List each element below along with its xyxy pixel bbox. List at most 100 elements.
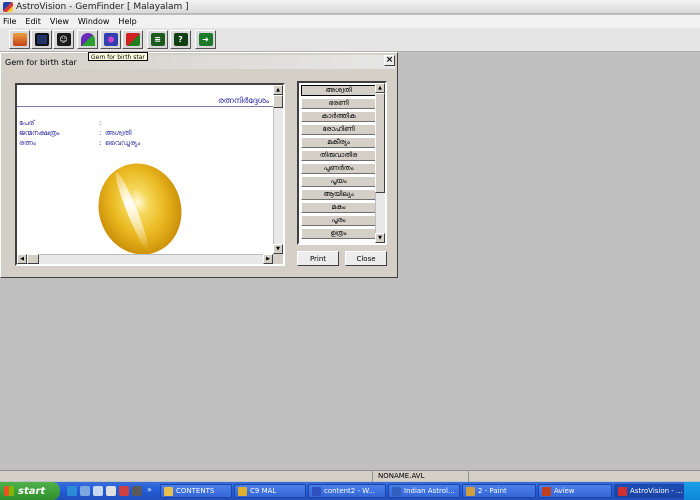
astrovision-app-icon — [3, 1, 13, 12]
horizontal-scroll-thumb[interactable] — [27, 254, 39, 264]
aview-icon — [542, 486, 551, 496]
birth-star-label: ജന്മനക്ഷത്രം — [19, 129, 60, 137]
help-icon: ? — [173, 33, 188, 46]
star-item-rohini[interactable]: രോഹിണി — [301, 124, 376, 135]
star-item-karthika[interactable]: കാർത്തിക — [301, 111, 376, 122]
star-item-thiruvathira[interactable]: തിരുവാതിര — [301, 150, 376, 161]
star-scroll-thumb[interactable] — [375, 93, 385, 193]
task-label: Aview — [554, 487, 575, 495]
exit-button[interactable]: ➜ — [195, 30, 216, 49]
menu-window[interactable]: Window — [78, 17, 110, 26]
vertical-scroll-thumb[interactable] — [273, 95, 283, 108]
toolbar: ☺ ≡ ? ➜ — [0, 28, 700, 52]
person-icon: ☺ — [56, 33, 71, 46]
star-list-scrollbar[interactable]: ▲ ▼ — [375, 83, 385, 243]
birth-star-value: അശ്വതി — [105, 129, 132, 137]
media-quicklaunch-icon[interactable] — [106, 486, 116, 496]
scroll-up-icon[interactable]: ▲ — [273, 85, 283, 95]
save-disk-icon — [34, 33, 49, 46]
close-button[interactable]: Close — [345, 251, 387, 266]
browser-icon — [392, 486, 401, 496]
taskbar-item-indian-astrology[interactable]: Indian Astrol... — [388, 484, 460, 498]
menu-file[interactable]: File — [3, 17, 16, 26]
profile-button[interactable]: ☺ — [53, 30, 74, 49]
preview-horizontal-scrollbar[interactable]: ◀ ▶ — [17, 254, 273, 264]
status-divider — [468, 471, 469, 482]
help-button[interactable]: ? — [170, 30, 191, 49]
preview-vertical-scrollbar[interactable]: ▲ ▼ — [273, 85, 283, 254]
explorer-quicklaunch-icon[interactable] — [80, 486, 90, 496]
more-quicklaunch-icon[interactable]: » — [147, 485, 152, 494]
gem-button[interactable] — [77, 30, 98, 49]
menu-edit[interactable]: Edit — [25, 17, 41, 26]
status-bar: NONAME.AVL — [0, 470, 700, 482]
taskbar-item-paint[interactable]: 2 - Paint — [462, 484, 536, 498]
exit-icon: ➜ — [198, 33, 213, 46]
task-label: 2 - Paint — [478, 487, 507, 495]
desktop-quicklaunch-icon[interactable] — [93, 486, 103, 496]
taskbar-item-contents[interactable]: CONTENTS — [160, 484, 232, 498]
task-label: C9 MAL — [250, 487, 277, 495]
name-label: പേര് — [19, 119, 35, 127]
scroll-down-icon[interactable]: ▼ — [273, 244, 283, 254]
star-item-aswathi[interactable]: അശ്വതി — [301, 85, 376, 96]
star-item-ayilyam[interactable]: ആയില്യം — [301, 189, 376, 200]
scroll-corner — [273, 254, 283, 264]
app2-quicklaunch-icon[interactable] — [132, 486, 142, 496]
dialog-close-icon[interactable]: × — [384, 55, 395, 66]
notes-icon: ≡ — [150, 33, 165, 46]
star-item-uthram[interactable]: ഉത്രം — [301, 228, 376, 239]
gem-report-preview: രത്നനിർദ്ദേശം പേര് : ജന്മനക്ഷത്രം : അശ്വ… — [15, 83, 285, 266]
star-item-makam[interactable]: മകം — [301, 202, 376, 213]
astrovision-icon — [618, 486, 627, 496]
paint-icon — [466, 486, 475, 496]
dialog-title: Gem for birth star — [5, 57, 77, 67]
scroll-right-icon[interactable]: ▶ — [263, 254, 273, 264]
save-button[interactable] — [31, 30, 52, 49]
status-divider — [372, 471, 373, 482]
ie-quicklaunch-icon[interactable] — [67, 486, 77, 496]
star-item-bharani[interactable]: ഭരണി — [301, 98, 376, 109]
start-button[interactable]: start — [0, 482, 60, 500]
title-bar: AstroVision - GemFinder [ Malayalam ] — [0, 0, 700, 14]
gem-icon — [80, 33, 95, 46]
taskbar-item-astrovision[interactable]: AstroVision - ... — [614, 484, 684, 498]
app-quicklaunch-icon[interactable] — [119, 486, 129, 496]
taskbar-item-c9-mal[interactable]: C9 MAL — [234, 484, 306, 498]
print-button[interactable]: Print — [297, 251, 339, 266]
gem-for-birth-star-button[interactable] — [100, 30, 121, 49]
task-label: CONTENTS — [176, 487, 215, 495]
menu-help[interactable]: Help — [118, 17, 136, 26]
cats-eye-gem-image — [86, 152, 194, 266]
gem-label: രത്നം — [19, 139, 36, 147]
star-item-pooram[interactable]: പൂരം — [301, 215, 376, 226]
birth-star-colon: : — [99, 129, 102, 137]
open-button[interactable] — [9, 30, 30, 49]
gem-colon: : — [99, 139, 102, 147]
star-icon — [238, 486, 247, 496]
toolbar-tooltip: Gem for birth star — [88, 52, 148, 61]
scroll-left-icon[interactable]: ◀ — [17, 254, 27, 264]
gem-for-birth-star-dialog: Gem for birth star × രത്നനിർദ്ദേശം പേര് … — [0, 52, 398, 278]
system-tray[interactable] — [684, 482, 700, 500]
taskbar-item-content2[interactable]: content2 - W... — [308, 484, 386, 498]
window-title: AstroVision - GemFinder [ Malayalam ] — [16, 1, 189, 12]
folder-icon — [164, 486, 173, 496]
star-item-punartham[interactable]: പുണർതം — [301, 163, 376, 174]
star-item-pooyam[interactable]: പൂയം — [301, 176, 376, 187]
star-scroll-down-icon[interactable]: ▼ — [375, 233, 385, 243]
start-label: start — [18, 485, 46, 497]
taskbar-item-aview[interactable]: Aview — [538, 484, 612, 498]
star-item-makiryam[interactable]: മകീര്യം — [301, 137, 376, 148]
report-heading: രത്നനിർദ്ദേശം — [217, 96, 269, 105]
export-button[interactable] — [122, 30, 143, 49]
status-filename: NONAME.AVL — [378, 472, 425, 480]
menu-view[interactable]: View — [50, 17, 69, 26]
birth-star-list[interactable]: അശ്വതി ഭരണി കാർത്തിക രോഹിണി മകീര്യം തിരു… — [297, 81, 387, 245]
star-scroll-up-icon[interactable]: ▲ — [375, 83, 385, 93]
menu-bar: File Edit View Window Help — [0, 15, 700, 28]
report-header: രത്നനിർദ്ദേശം — [17, 85, 273, 107]
gem-value: വൈഡൂര്യം — [105, 139, 141, 147]
dialog-title-bar: Gem for birth star — [3, 55, 395, 69]
notes-button[interactable]: ≡ — [147, 30, 168, 49]
